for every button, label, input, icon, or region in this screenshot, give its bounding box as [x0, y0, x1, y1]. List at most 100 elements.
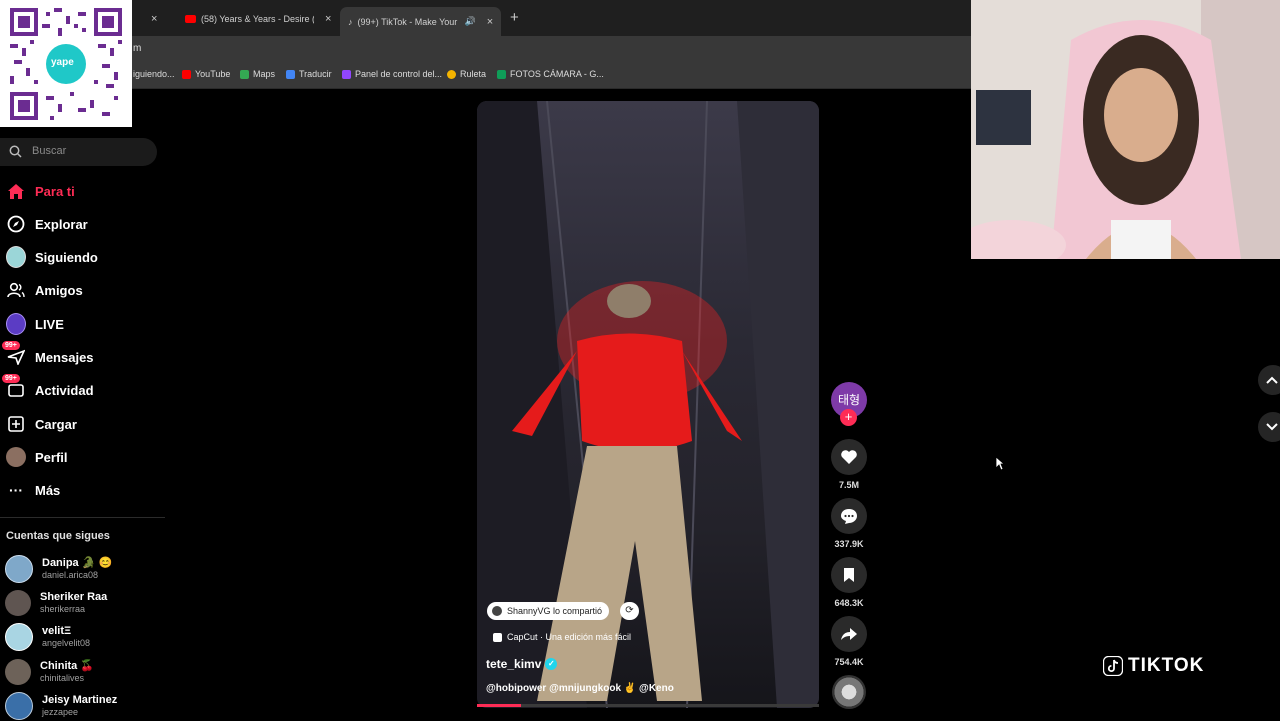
browser-tab-tiktok[interactable]: ♪ (99+) TikTok - Make Your Da 🔊 ×	[340, 7, 502, 36]
video-description: @hobipower @mnijungkook ✌ @Keno	[486, 683, 674, 694]
activity-icon: 99+	[2, 374, 26, 400]
capcut-link[interactable]: CapCut · Una edición más fácil	[493, 632, 631, 642]
avatar	[5, 692, 33, 720]
bookmarks-bar: iguiendo... YouTube Maps Traducir Panel …	[0, 62, 971, 89]
compass-icon	[6, 214, 26, 234]
tab-title: (58) Years & Years - Desire (Gry	[201, 14, 314, 24]
chevron-down-icon	[1266, 423, 1278, 431]
bookmark-siguiendo[interactable]: iguiendo...	[133, 69, 175, 79]
close-tab-icon[interactable]: ×	[325, 13, 331, 25]
nav-live[interactable]: LIVE	[6, 313, 64, 335]
close-tab-icon[interactable]: ×	[487, 16, 493, 28]
avatar	[5, 659, 31, 685]
browser-tab-bar: × (58) Years & Years - Desire (Gry × ♪ (…	[0, 0, 971, 36]
nav-cargar[interactable]: Cargar	[6, 413, 77, 435]
new-tab-button[interactable]: +	[510, 9, 519, 26]
next-video-button[interactable]	[1258, 412, 1280, 442]
tab-title: (99+) TikTok - Make Your Da	[357, 16, 460, 27]
search-input[interactable]	[30, 144, 149, 158]
bookmark-traducir[interactable]: Traducir	[286, 69, 332, 79]
tiktok-logo-icon	[1103, 656, 1123, 676]
maps-icon	[240, 69, 249, 79]
shared-by-chip[interactable]: ShannyVG lo compartió	[487, 602, 610, 620]
more-icon: ···	[9, 482, 23, 498]
tiktok-watermark: TIKTOK	[1103, 655, 1204, 677]
yape-qr-code: yape	[0, 0, 132, 127]
speaker-icon[interactable]: 🔊	[465, 16, 476, 27]
nav-actividad[interactable]: 99+ Actividad	[2, 374, 94, 401]
chevron-up-icon	[1266, 376, 1278, 384]
avatar	[5, 590, 31, 616]
browser-tab-1[interactable]: ×	[140, 7, 157, 31]
share-icon	[841, 628, 857, 640]
search-box[interactable]	[0, 138, 157, 166]
youtube-icon	[185, 15, 196, 23]
video-progress-bar[interactable]	[477, 704, 819, 707]
previous-video-button[interactable]	[1258, 365, 1280, 395]
translate-icon	[286, 69, 295, 79]
nav-para-ti[interactable]: Para ti	[6, 180, 75, 202]
bookmark-youtube[interactable]: YouTube	[182, 69, 230, 79]
nav-siguiendo[interactable]: Siguiendo	[6, 246, 98, 268]
repost-icon[interactable]: ⟳	[620, 602, 639, 620]
bookmark-fotos[interactable]: FOTOS CÁMARA - G...	[497, 69, 604, 79]
share-button[interactable]	[831, 616, 867, 652]
verified-icon: ✓	[545, 658, 558, 670]
nav-mensajes[interactable]: 99+ Mensajes	[2, 341, 94, 368]
avatar	[5, 623, 33, 651]
follow-button[interactable]: +	[840, 409, 857, 426]
sidebar-divider	[0, 517, 165, 518]
webcam-scene	[971, 0, 1280, 259]
messages-badge: 99+	[2, 341, 20, 350]
address-text: m	[133, 43, 142, 54]
heart-icon	[841, 450, 857, 464]
profile-avatar	[6, 447, 26, 467]
yape-logo-text: yape	[51, 57, 74, 68]
address-bar[interactable]: m	[0, 36, 971, 62]
save-count: 648.3K	[834, 598, 864, 608]
video-progress-fill	[477, 704, 522, 707]
avatar	[5, 555, 33, 583]
search-icon	[9, 145, 22, 158]
tiktok-icon: ♪	[348, 16, 353, 27]
nav-perfil[interactable]: Perfil	[6, 446, 68, 468]
following-account[interactable]: Danipa 🐊 😊 daniel.arica08	[5, 554, 112, 584]
friends-icon	[6, 280, 26, 300]
bookmark-panel[interactable]: Panel de control del...	[342, 69, 442, 79]
following-account[interactable]: Chinita 🍒 chinitalives	[5, 657, 94, 687]
bookmark-ruleta[interactable]: Ruleta	[447, 69, 486, 79]
capcut-icon	[493, 632, 502, 642]
ruleta-icon	[447, 69, 456, 79]
drive-icon	[497, 69, 506, 79]
like-count: 7.5M	[838, 480, 859, 490]
following-account[interactable]: velitΞ angelvelit08	[5, 622, 90, 652]
browser-tab-youtube[interactable]: (58) Years & Years - Desire (Gry ×	[185, 7, 331, 31]
following-title: Cuentas que sigues	[6, 530, 110, 542]
bookmark-maps[interactable]: Maps	[240, 69, 275, 79]
upload-icon	[6, 414, 26, 434]
video-author[interactable]: tete_kimv ✓	[486, 657, 558, 671]
siguiendo-avatar	[6, 246, 26, 268]
live-icon	[6, 313, 26, 335]
comment-button[interactable]	[831, 498, 867, 534]
nav-explorar[interactable]: Explorar	[6, 213, 88, 235]
activity-badge: 99+	[2, 374, 20, 383]
save-button[interactable]	[831, 557, 867, 593]
messages-icon: 99+	[2, 341, 26, 367]
music-disc[interactable]	[832, 675, 866, 709]
close-tab-icon[interactable]: ×	[151, 13, 157, 25]
sharer-avatar	[492, 606, 502, 616]
webcam-overlay	[971, 0, 1280, 259]
twitch-icon	[342, 69, 351, 79]
bookmark-icon	[844, 568, 854, 582]
following-account[interactable]: Sheriker Raa sherikerraa	[5, 588, 107, 618]
nav-mas[interactable]: ··· Más	[6, 479, 60, 501]
mouse-cursor-icon	[995, 456, 1005, 471]
home-icon	[6, 181, 26, 201]
comment-count: 337.9K	[834, 539, 864, 549]
nav-amigos[interactable]: Amigos	[6, 279, 83, 301]
following-account[interactable]: Jeisy Martinez jezzapee	[5, 691, 117, 721]
comment-icon	[841, 508, 857, 524]
like-button[interactable]	[831, 439, 867, 475]
share-count: 754.4K	[834, 657, 864, 667]
